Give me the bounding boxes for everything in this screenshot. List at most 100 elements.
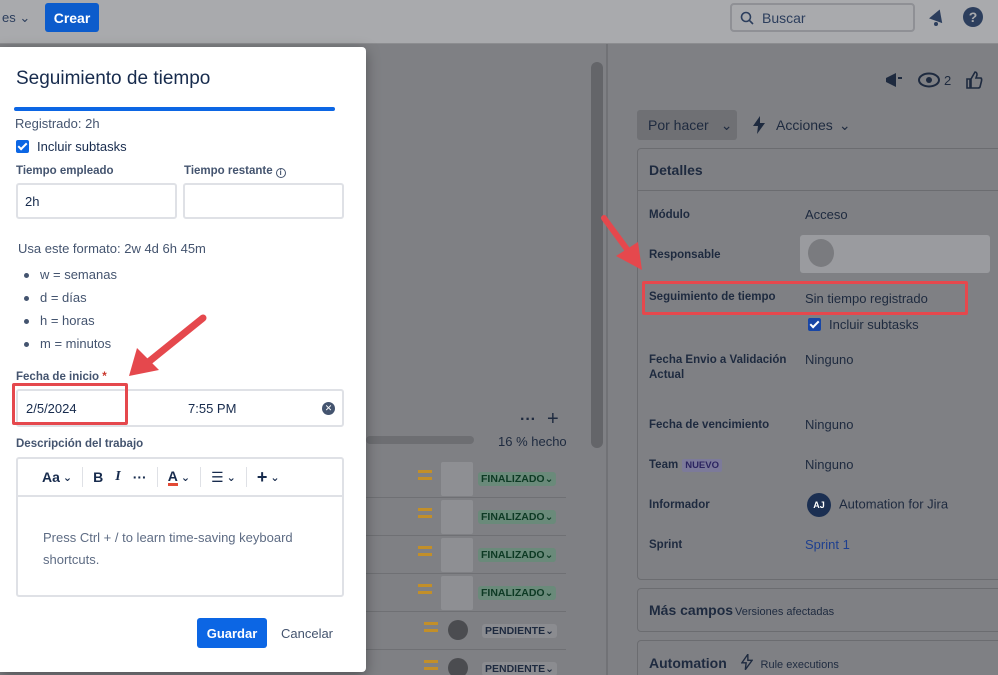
time-remaining-label-text: Tiempo restante [184, 165, 273, 177]
help-icon[interactable]: ? [962, 6, 984, 28]
list-dropdown[interactable]: ☰ ⌄ [205, 469, 242, 486]
search-input[interactable]: Buscar [730, 3, 915, 32]
info-icon[interactable]: i [275, 167, 286, 178]
status-badge[interactable]: PENDIENTE⌄ [482, 624, 557, 638]
start-date-label: Fecha de inicio * [16, 371, 107, 383]
more-formatting-button[interactable]: ··· [127, 469, 153, 485]
toolbar-divider [245, 467, 247, 487]
field-label-responsable: Responsable [649, 249, 721, 261]
list-item[interactable]: FINALIZADO⌄ [366, 574, 566, 612]
time-spent-input[interactable]: 2h [16, 183, 177, 219]
field-value-vencimiento[interactable]: Ninguno [805, 417, 853, 432]
italic-icon: I [115, 469, 121, 484]
time-tracking-modal: Seguimiento de tiempo Registrado: 2h Inc… [0, 47, 366, 672]
save-button[interactable]: Guardar [197, 618, 267, 648]
field-value-informador[interactable]: AJ Automation for Jira [807, 493, 948, 517]
list-item[interactable]: FINALIZADO⌄ [366, 460, 566, 498]
registered-time: Registrado: 2h [15, 116, 100, 131]
list-item[interactable]: FINALIZADO⌄ [366, 536, 566, 574]
status-badge[interactable]: FINALIZADO⌄ [478, 548, 557, 562]
lightning-icon [740, 652, 754, 671]
status-badge[interactable]: FINALIZADO⌄ [478, 586, 557, 600]
priority-medium-icon [418, 584, 432, 594]
status-badge[interactable]: PENDIENTE⌄ [482, 662, 557, 675]
work-description-label: Descripción del trabajo [16, 438, 144, 450]
automation-section[interactable]: Automation Rule executions [637, 640, 998, 675]
required-marker: * [102, 371, 107, 383]
priority-medium-icon [418, 508, 432, 518]
field-value-modulo[interactable]: Acceso [805, 207, 848, 222]
chevron-down-icon: ⌄ [62, 471, 73, 484]
create-button[interactable]: Crear [45, 3, 99, 32]
actions-button-label: Acciones [776, 117, 833, 133]
bold-button[interactable]: B [87, 469, 109, 485]
more-menu[interactable]: es ⌄ [2, 10, 30, 26]
list-item[interactable]: FINALIZADO⌄ [366, 498, 566, 536]
italic-button[interactable]: I [109, 469, 126, 485]
new-badge: NUEVO [682, 459, 722, 472]
chevron-down-icon: ⌄ [19, 10, 31, 25]
toolbar-divider [82, 467, 84, 487]
notifications-icon[interactable] [927, 6, 947, 28]
text-color-dropdown[interactable]: A ⌄ [162, 469, 196, 486]
list-item[interactable]: PENDIENTE⌄ [366, 650, 566, 675]
sprint-link[interactable]: Sprint 1 [805, 537, 850, 552]
field-value-team[interactable]: Ninguno [805, 457, 853, 472]
text-style-dropdown[interactable]: Aa ⌄ [36, 469, 78, 485]
list-item[interactable]: PENDIENTE⌄ [366, 612, 566, 650]
field-label-modulo: Módulo [649, 209, 690, 221]
field-value-fecha-envio[interactable]: Ninguno [805, 352, 853, 367]
time-remaining-input[interactable] [183, 183, 344, 219]
blurred-avatar [441, 500, 473, 534]
more-fields-subtitle: Versiones afectadas [735, 606, 835, 618]
list-item: h = horas [22, 313, 117, 336]
top-navigation-bar: es ⌄ Crear Buscar ? [0, 0, 998, 44]
progress-bar [366, 436, 474, 444]
assignee-value-blurred[interactable] [800, 235, 990, 273]
time-input[interactable]: 7:55 PM [188, 401, 236, 416]
issue-actions: 2 [884, 71, 983, 89]
work-description-editor[interactable]: Aa ⌄ B I ··· A ⌄ ☰ ⌄ + ⌄ Press Ctrl + / to l… [16, 457, 344, 597]
bold-icon: B [93, 469, 104, 485]
status-badge[interactable]: FINALIZADO⌄ [478, 472, 557, 486]
thumbs-up-icon[interactable] [965, 71, 983, 89]
format-list: w = semanas d = días h = horas m = minut… [22, 267, 117, 359]
more-fields-section[interactable]: Más campos Versiones afectadas [637, 588, 998, 632]
search-placeholder: Buscar [762, 9, 806, 26]
field-label-informador: Informador [649, 499, 710, 511]
lightning-icon [753, 116, 765, 134]
blurred-avatar [441, 538, 473, 572]
field-label-fecha-envio: Fecha Envio a Validación Actual [649, 354, 787, 381]
scrollbar[interactable] [591, 62, 603, 448]
avatar: AJ [807, 493, 831, 517]
field-label-sprint: Sprint [649, 539, 683, 551]
toolbar-divider [156, 467, 158, 487]
include-subtasks-checkbox[interactable]: Incluir subtasks [808, 317, 919, 332]
search-icon [740, 11, 754, 25]
actions-button[interactable]: Acciones ⌄ [752, 110, 851, 140]
feedback-megaphone-icon[interactable] [884, 71, 904, 89]
more-options-icon[interactable]: ··· [520, 411, 536, 429]
watchers[interactable]: 2 [918, 72, 951, 88]
highlight-box [12, 383, 128, 425]
add-child-button[interactable]: + [547, 408, 559, 431]
status-dropdown-button[interactable]: Por hacer ⌄ [637, 110, 737, 140]
team-label-text: Team [649, 459, 679, 471]
bullet-list-icon: ☰ [211, 468, 224, 485]
modal-title: Seguimiento de tiempo [16, 68, 211, 89]
chevron-down-icon: ⌄ [270, 471, 280, 484]
blurred-avatar [441, 462, 473, 496]
status-badge[interactable]: FINALIZADO⌄ [478, 510, 557, 524]
progress-text: 16 % hecho [498, 434, 567, 449]
list-item: m = minutos [22, 336, 117, 359]
insert-dropdown[interactable]: + ⌄ [251, 467, 286, 488]
details-title[interactable]: Detalles [638, 149, 998, 191]
checkbox-checked-icon [808, 318, 821, 331]
editor-placeholder: Press Ctrl + / to learn time-saving keyb… [43, 530, 293, 567]
toolbar-divider [200, 467, 202, 487]
format-hint: Usa este formato: 2w 4d 6h 45m [18, 241, 206, 256]
include-subtasks-checkbox[interactable]: Incluir subtasks [16, 139, 127, 154]
cancel-button[interactable]: Cancelar [274, 618, 340, 648]
clear-icon[interactable]: ✕ [322, 402, 335, 415]
watchers-count: 2 [944, 72, 952, 88]
